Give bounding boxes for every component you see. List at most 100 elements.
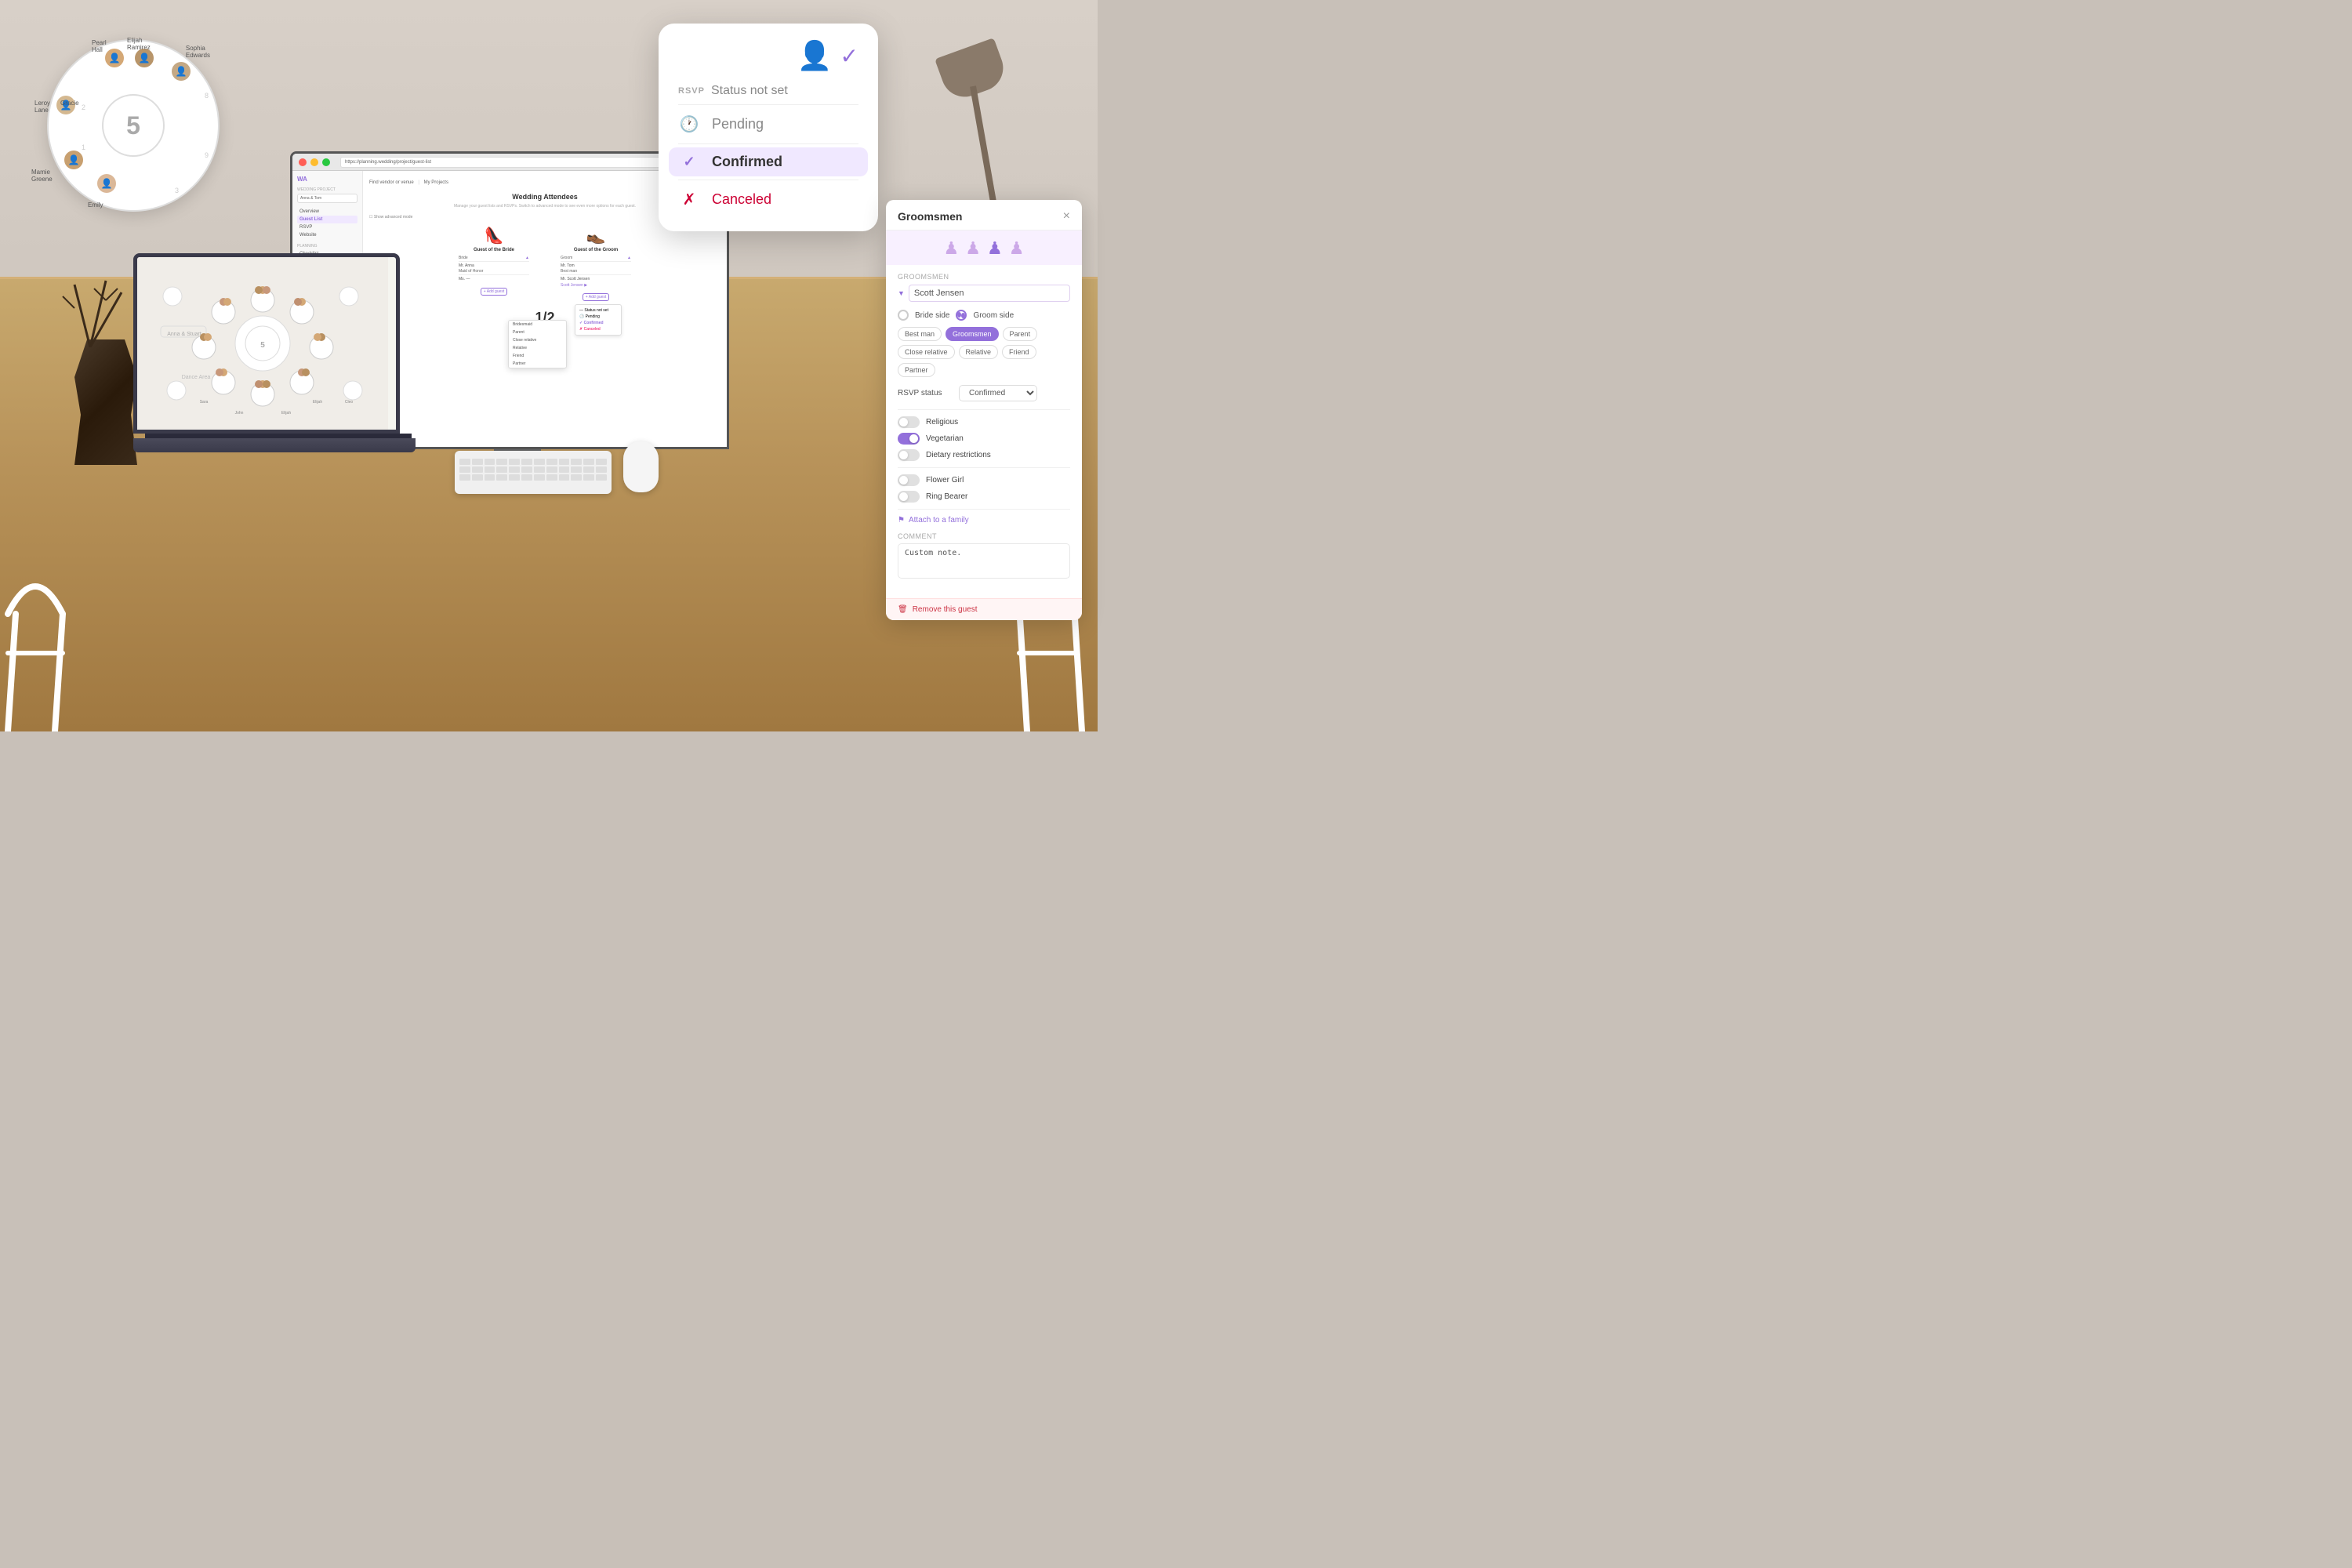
- dietary-toggle-row: Dietary restrictions: [898, 449, 1070, 461]
- svg-text:5: 5: [260, 341, 265, 350]
- rsvp-mini-dropdown[interactable]: — Status not set 🕐 Pending ✓ Confirmed ✗…: [575, 304, 622, 336]
- tag-best-man[interactable]: Best man: [898, 327, 942, 341]
- tag-partner[interactable]: Partner: [898, 363, 935, 377]
- dietary-toggle[interactable]: [898, 449, 920, 461]
- dropdown-relative[interactable]: Relative: [509, 344, 566, 352]
- wheel-center-number: 5: [102, 94, 165, 157]
- minimize-window-btn[interactable]: [310, 158, 318, 166]
- groom-guest-label: Guest of the Groom: [561, 248, 631, 252]
- wheel-name: PearlHall: [92, 39, 107, 53]
- wheel-number: 1: [82, 143, 85, 151]
- sidebar-guest-list[interactable]: Guest List: [297, 216, 358, 223]
- rsvp-canceled-option[interactable]: ✗ Canceled: [678, 183, 858, 216]
- my-projects-link[interactable]: My Projects: [424, 180, 448, 185]
- fullscreen-window-btn[interactable]: [322, 158, 330, 166]
- computer-mouse[interactable]: [623, 441, 659, 492]
- dropdown-parent[interactable]: Parent: [509, 328, 566, 336]
- comment-textarea[interactable]: Custom note.: [898, 543, 1070, 579]
- sidebar-rsvp[interactable]: RSVP: [297, 223, 358, 231]
- svg-text:John: John: [235, 411, 244, 416]
- wheel-name: MamieGreene: [31, 169, 53, 183]
- dropdown-close-relative[interactable]: Close relative: [509, 336, 566, 344]
- bride-add-guest-btn[interactable]: + Add guest: [481, 288, 508, 296]
- rsvp-pending-option[interactable]: 🕐 Pending: [678, 108, 858, 140]
- rsvp-pending[interactable]: 🕐 Pending: [578, 314, 619, 320]
- show-advanced-toggle[interactable]: ☐ Show advanced mode: [369, 215, 412, 220]
- bride-icon: 👠: [459, 226, 529, 245]
- groomsmen-section-label: Groomsmen: [898, 273, 1070, 281]
- tag-relative[interactable]: Relative: [959, 345, 999, 359]
- ring-bearer-toggle[interactable]: [898, 491, 920, 503]
- svg-text:Sara: Sara: [200, 400, 209, 405]
- rsvp-checkmark-icon: ✓: [840, 43, 858, 69]
- laptop-base: [133, 438, 416, 452]
- panel-header: Groomsmen ×: [886, 200, 1082, 230]
- rsvp-canceled[interactable]: ✗ Canceled: [578, 326, 619, 332]
- find-vendor-link[interactable]: Find vendor or venue: [369, 180, 414, 185]
- bride-fields: Bride ▲ Mr. Anna Maid of Honor Ms. —: [459, 256, 529, 281]
- rsvp-status-not-set[interactable]: — Status not set: [578, 307, 619, 314]
- sidebar-section-planning: PLANNING: [297, 244, 358, 249]
- flower-girl-label: Flower Girl: [926, 476, 964, 485]
- wheel-name: ElijahRamirez: [127, 37, 151, 51]
- project-name[interactable]: Anna & Tom: [297, 194, 358, 203]
- avatar-icon-2: ♟: [965, 238, 981, 259]
- divider: [898, 409, 1070, 410]
- ring-bearer-label: Ring Bearer: [926, 492, 967, 501]
- avatar-icon-4: ♟: [1009, 238, 1025, 259]
- groom-fields: Groom ▲ Mr. Tom Best man Mr. Scott Jense…: [561, 256, 631, 288]
- close-window-btn[interactable]: [299, 158, 307, 166]
- dropdown-partner[interactable]: Partner: [509, 360, 566, 368]
- vegetarian-label: Vegetarian: [926, 434, 964, 443]
- wheel-avatar: 👤: [63, 149, 85, 171]
- wheel-avatar: 👤: [96, 172, 118, 194]
- dropdown-bridesmaid[interactable]: Bridesmaid: [509, 321, 566, 328]
- flower-girl-toggle[interactable]: [898, 474, 920, 486]
- wheel-name: LeroyLane: [34, 100, 50, 114]
- tag-parent[interactable]: Parent: [1003, 327, 1038, 341]
- sidebar-website[interactable]: Website: [297, 231, 358, 239]
- seating-chart-svg: Anna & Stuart Dance Area 5: [137, 257, 388, 430]
- remove-guest-btn[interactable]: 🗑 Remove this guest: [886, 598, 1082, 620]
- keyboard[interactable]: [455, 451, 612, 494]
- relationship-dropdown[interactable]: Bridesmaid Parent Close relative Relativ…: [508, 320, 567, 368]
- avatar-icon-1: ♟: [944, 238, 960, 259]
- panel-body: Groomsmen ▼ Bride side Groom side Best m…: [886, 265, 1082, 598]
- religious-toggle[interactable]: [898, 416, 920, 428]
- panel-close-btn[interactable]: ×: [1063, 209, 1070, 223]
- svg-text:Cleo: Cleo: [345, 400, 354, 405]
- app-brand: WA: [297, 176, 358, 183]
- panel-avatars: ♟ ♟ ♟ ♟: [886, 230, 1082, 265]
- rsvp-label: RSVP: [678, 86, 705, 96]
- attach-family-link[interactable]: ⚑ Attach to a family: [898, 516, 1070, 524]
- groom-side-label: Groom side: [973, 311, 1014, 320]
- bride-guest-label: Guest of the Bride: [459, 248, 529, 252]
- rsvp-confirmed[interactable]: ✓ Confirmed: [578, 320, 619, 326]
- remove-guest-label: Remove this guest: [913, 605, 978, 614]
- vegetarian-toggle-row: Vegetarian: [898, 433, 1070, 445]
- guest-name-input[interactable]: [909, 285, 1070, 302]
- wheel-number: 9: [205, 151, 209, 159]
- tag-close-relative[interactable]: Close relative: [898, 345, 955, 359]
- rsvp-status-label: RSVP status: [898, 389, 953, 397]
- svg-text:Elijah: Elijah: [313, 400, 322, 405]
- scott-jensen-link[interactable]: Scott Jensen ▶: [561, 283, 631, 288]
- tag-friend[interactable]: Friend: [1002, 345, 1036, 359]
- rsvp-confirmed-option[interactable]: ✓ Confirmed: [669, 147, 868, 176]
- bride-side-radio[interactable]: [898, 310, 909, 321]
- wheel-number: 8: [205, 92, 209, 100]
- keyboard-keys: [455, 454, 612, 485]
- groom-add-guest-btn[interactable]: + Add guest: [583, 293, 610, 301]
- sidebar-overview[interactable]: Overview: [297, 208, 358, 216]
- rsvp-status-row: RSVP status Confirmed Pending Canceled S…: [898, 385, 1070, 401]
- groom-side-radio[interactable]: [956, 310, 967, 321]
- rsvp-status-select[interactable]: Confirmed Pending Canceled Status not se…: [959, 385, 1037, 401]
- laptop-screen-content: Anna & Stuart Dance Area 5: [137, 257, 396, 430]
- flower-girl-toggle-row: Flower Girl: [898, 474, 1070, 486]
- tag-groomsmen[interactable]: Groomsmen: [946, 327, 999, 341]
- wheel-name: Gracie: [60, 100, 79, 107]
- divider-2: [898, 467, 1070, 468]
- status-not-set-label[interactable]: Status not set: [711, 84, 788, 98]
- vegetarian-toggle[interactable]: [898, 433, 920, 445]
- dropdown-friend[interactable]: Friend: [509, 352, 566, 360]
